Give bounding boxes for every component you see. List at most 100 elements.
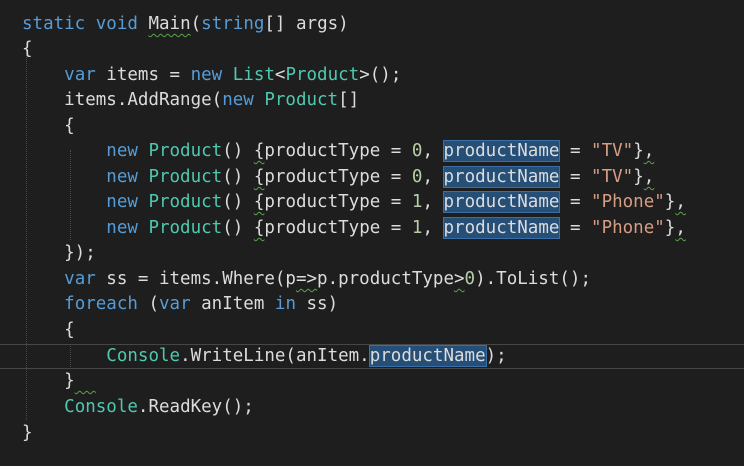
code-token: { [253,218,265,238]
code-line[interactable]: items.AddRange(new Product[] [22,88,359,113]
code-line[interactable]: new Product() {productType = 0, productN… [22,165,654,190]
code-token: { [22,39,33,59]
code-token: void [95,14,138,34]
code-token: , [643,141,655,161]
code-token: { [253,192,265,212]
code-token: () [222,192,254,212]
code-token: ); [485,346,507,366]
code-token: } [633,141,644,161]
code-token: , [643,167,655,187]
code-token: 0 [411,167,423,187]
code-line[interactable]: var ss = items.Where(p=>p.productType>0)… [22,267,591,292]
code-line[interactable]: { [22,114,75,139]
code-token: var [159,294,191,314]
code-token: ( [137,294,159,314]
code-token: } [664,192,676,212]
highlighted-reference: productName [442,166,561,188]
code-token: { [253,167,265,187]
code-token: >(); [359,65,402,85]
code-token: } [664,218,676,238]
code-token: string [201,14,265,34]
code-line[interactable]: Console.WriteLine(anItem.productName); [22,344,507,369]
code-line[interactable]: var items = new List<Product>(); [22,63,401,88]
code-token: var [64,269,96,289]
highlighted-reference: productName [368,345,487,367]
code-token: 1 [411,218,423,238]
code-line[interactable]: Console.ReadKey(); [22,395,254,420]
code-token: new [106,192,138,212]
code-token: productType = [264,192,412,212]
code-token: ).ToList(); [475,269,591,289]
code-token: "TV" [591,141,634,161]
code-token: anItem [190,294,275,314]
code-token: "TV" [591,167,634,187]
code-token: 0 [411,141,423,161]
code-token: } [22,371,75,391]
code-token: new [106,218,138,238]
code-token: [] [338,90,360,110]
code-token: } [633,167,644,187]
code-token: () [222,141,254,161]
code-token: } [22,423,33,443]
code-line[interactable]: new Product() {productType = 1, productN… [22,216,686,241]
code-line[interactable]: { [22,318,75,343]
code-token: , [422,167,444,187]
code-line[interactable]: foreach (var anItem in ss) [22,292,338,317]
code-line[interactable]: static void Main(string[] args) [22,12,349,37]
code-token: var [64,65,96,85]
code-token: < [274,65,286,85]
code-token: productType = [264,167,412,187]
code-line[interactable]: }); [22,241,96,266]
code-token: 0 [464,269,476,289]
code-line[interactable]: } [22,369,96,394]
code-token: .ReadKey(); [137,397,254,417]
code-token: , [422,218,444,238]
code-token: { [253,141,265,161]
code-token: 1 [411,192,423,212]
code-token: ( [190,14,202,34]
highlighted-reference: productName [442,191,561,213]
code-token: in [274,294,296,314]
code-token: Main [148,14,191,34]
code-token: new [222,90,254,110]
code-line[interactable]: { [22,37,33,62]
code-token: = [559,192,592,212]
code-token: args [296,14,339,34]
code-token: Product [148,167,223,187]
code-line[interactable]: } [22,421,33,446]
code-line[interactable]: new Product() {productType = 0, productN… [22,139,654,164]
code-token: { [22,116,75,136]
code-token: () [222,167,254,187]
code-token: new [190,65,223,85]
code-token: Console [64,397,138,417]
code-token: ss = items.Where(p [95,269,296,289]
code-token: Product [285,65,360,85]
code-token: > [454,269,465,289]
code-token: , [422,192,444,212]
code-token: Product [148,141,223,161]
code-token: .WriteLine(anItem. [180,346,370,366]
code-token: Product [148,192,223,212]
code-token: items = [95,65,191,85]
code-line[interactable]: new Product() {productType = 1, productN… [22,190,686,215]
code-token: items.AddRange( [22,90,223,110]
highlighted-reference: productName [442,140,561,162]
code-token: "Phone" [591,192,665,212]
code-token: }); [22,243,96,263]
highlighted-reference: productName [442,217,561,239]
code-token: new [106,141,138,161]
